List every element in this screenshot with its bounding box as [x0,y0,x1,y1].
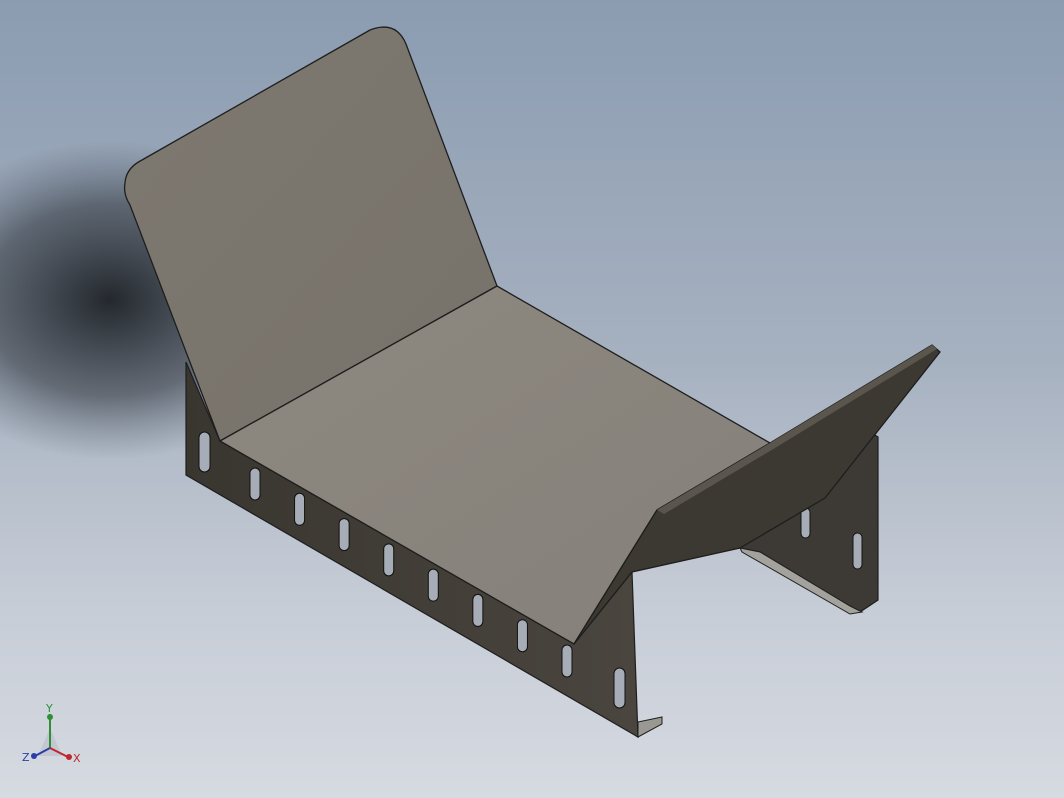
z-axis-icon [31,753,37,759]
slot [198,431,211,473]
slot [383,543,395,577]
x-axis-label: X [73,752,81,765]
slot [249,467,261,501]
slot [852,532,863,570]
slot [427,568,439,602]
slot [516,619,528,653]
z-axis-label: Z [22,751,30,764]
model-view[interactable] [0,0,1064,798]
x-axis-icon [66,754,72,760]
slot [613,667,626,709]
slot [338,518,350,552]
3d-viewport[interactable]: Y X Z [0,0,1064,798]
slot [294,492,306,526]
orientation-triad[interactable]: Y X Z [18,700,88,770]
slot [561,644,573,678]
slot [472,593,484,627]
y-axis-label: Y [45,702,53,715]
slot [800,507,811,539]
